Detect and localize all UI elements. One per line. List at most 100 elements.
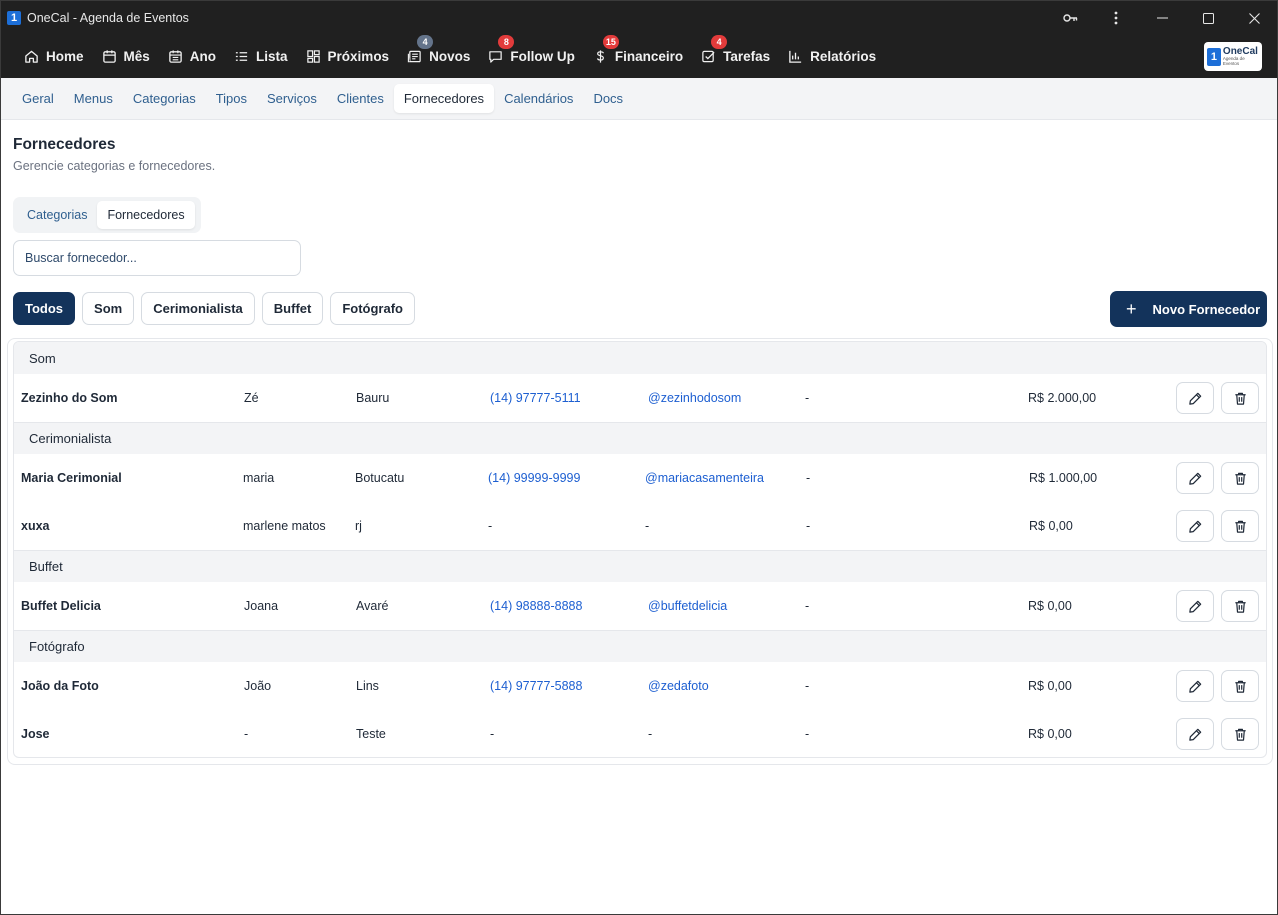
search-input[interactable] [13, 240, 301, 276]
segment-categorias[interactable]: Categorias [17, 201, 97, 229]
supplier-contact: Joana [244, 599, 279, 613]
supplier-instagram-link[interactable]: @mariacasamenteira [645, 454, 764, 502]
nav-follow-up[interactable]: 8 Follow Up [479, 35, 584, 78]
supplier-phone: - [490, 727, 495, 741]
filter-buffet[interactable]: Buffet [261, 292, 324, 325]
delete-button[interactable] [1221, 718, 1259, 750]
supplier-contact: maria [243, 471, 275, 485]
nav-ano[interactable]: Ano [159, 35, 225, 78]
pencil-icon [1188, 520, 1201, 533]
supplier-instagram-link[interactable]: @zedafoto [648, 662, 709, 710]
supplier-price: R$ 0,00 [1028, 679, 1072, 693]
supplier-phone-link[interactable]: (14) 98888-8888 [490, 582, 582, 630]
supplier-price: R$ 2.000,00 [1028, 391, 1097, 405]
trash-icon [1234, 472, 1246, 485]
new-supplier-label: Novo Fornecedor [1152, 301, 1261, 317]
pencil-icon [1188, 392, 1201, 405]
more-vertical-icon[interactable] [1093, 1, 1139, 35]
edit-button[interactable] [1176, 590, 1214, 622]
supplier-contact: Zé [244, 391, 259, 405]
edit-button[interactable] [1176, 510, 1214, 542]
pencil-icon [1188, 680, 1201, 693]
tab-clientes[interactable]: Clientes [327, 84, 394, 113]
supplier-instagram: - [648, 727, 653, 741]
segment-fornecedores[interactable]: Fornecedores [97, 201, 195, 229]
table-row: Maria Cerimonial maria Botucatu (14) 999… [14, 454, 1266, 502]
supplier-contact: João [244, 679, 272, 693]
supplier-contact: marlene matos [243, 519, 326, 533]
nav-proximos[interactable]: Próximos [297, 35, 399, 78]
nav-relatorios[interactable]: Relatórios [779, 35, 885, 78]
edit-button[interactable] [1176, 718, 1214, 750]
trash-icon [1234, 600, 1246, 613]
dollar-icon [596, 50, 604, 63]
tab-menus[interactable]: Menus [64, 84, 123, 113]
main-nav: Home Mês Ano Lista Próximos 4 Novos 8 Fo… [1, 35, 1277, 78]
nav-label: Financeiro [614, 49, 684, 64]
tab-tipos[interactable]: Tipos [206, 84, 257, 113]
tab-fornecedores[interactable]: Fornecedores [393, 84, 495, 113]
tab-docs[interactable]: Docs [583, 84, 633, 113]
filter-som[interactable]: Som [82, 292, 135, 325]
supplier-price: R$ 0,00 [1028, 599, 1072, 613]
table-row: João da Foto João Lins (14) 97777-5888 @… [14, 662, 1266, 710]
follow-up-badge: 8 [498, 35, 515, 49]
tab-calendarios[interactable]: Calendários [494, 84, 583, 113]
filter-cerimonialista[interactable]: Cerimonialista [141, 292, 255, 325]
supplier-instagram-link[interactable]: @buffetdelicia [648, 582, 727, 630]
filter-todos[interactable]: Todos [13, 292, 76, 325]
group-header: Cerimonialista [14, 422, 1266, 454]
maximize-button[interactable] [1185, 1, 1231, 35]
supplier-phone: - [488, 519, 493, 533]
supplier-instagram-link[interactable]: @zezinhodosom [648, 374, 741, 422]
logo-tagline: Agenda de Eventos [1222, 56, 1245, 66]
close-button[interactable] [1231, 1, 1277, 35]
nav-novos[interactable]: 4 Novos [398, 35, 479, 78]
supplier-name: João da Foto [21, 679, 99, 693]
table-row: Jose - Teste - - - R$ 0,00 [14, 710, 1266, 757]
minimize-button[interactable] [1139, 1, 1185, 35]
supplier-name: Buffet Delicia [21, 599, 101, 613]
nav-financeiro[interactable]: 15 Financeiro [584, 35, 692, 78]
tab-geral[interactable]: Geral [12, 84, 64, 113]
nav-label: Tarefas [723, 49, 771, 64]
trash-icon [1234, 728, 1246, 741]
nav-lista[interactable]: Lista [225, 35, 297, 78]
delete-button[interactable] [1221, 670, 1259, 702]
supplier-city: Avaré [356, 599, 389, 613]
nav-tarefas[interactable]: 4 Tarefas [692, 35, 779, 78]
plus-icon: + [1126, 298, 1137, 319]
supplier-phone-link[interactable]: (14) 99999-9999 [488, 454, 580, 502]
delete-button[interactable] [1221, 382, 1259, 414]
tab-categorias[interactable]: Categorias [123, 84, 206, 113]
nav-label: Mês [123, 49, 150, 64]
delete-button[interactable] [1221, 590, 1259, 622]
edit-button[interactable] [1176, 382, 1214, 414]
nav-home[interactable]: Home [15, 35, 93, 78]
nav-mes[interactable]: Mês [93, 35, 159, 78]
table-row: Zezinho do Som Zé Bauru (14) 97777-5111 … [14, 374, 1266, 422]
supplier-city: rj [355, 519, 362, 533]
supplier-extra: - [805, 679, 810, 693]
app-icon: 1 [7, 11, 21, 25]
delete-button[interactable] [1221, 510, 1259, 542]
supplier-phone-link[interactable]: (14) 97777-5111 [490, 374, 581, 422]
supplier-city: Bauru [356, 391, 390, 405]
supplier-extra: - [805, 727, 810, 741]
delete-button[interactable] [1221, 462, 1259, 494]
nav-label: Home [46, 49, 84, 64]
edit-button[interactable] [1176, 462, 1214, 494]
check-square-icon [702, 50, 715, 63]
supplier-name: Jose [21, 727, 50, 741]
supplier-extra: - [805, 599, 810, 613]
edit-button[interactable] [1176, 670, 1214, 702]
key-icon[interactable] [1047, 1, 1093, 35]
tab-servicos[interactable]: Serviços [257, 84, 327, 113]
new-supplier-button[interactable]: + Novo Fornecedor [1110, 291, 1267, 327]
filter-fotografo[interactable]: Fotógrafo [330, 292, 415, 325]
calendar-icon [102, 50, 116, 63]
title-bar: 1 OneCal - Agenda de Eventos [1, 1, 1277, 35]
group-header: Fotógrafo [14, 630, 1266, 662]
supplier-phone-link[interactable]: (14) 97777-5888 [490, 662, 582, 710]
bar-chart-icon [789, 50, 802, 63]
